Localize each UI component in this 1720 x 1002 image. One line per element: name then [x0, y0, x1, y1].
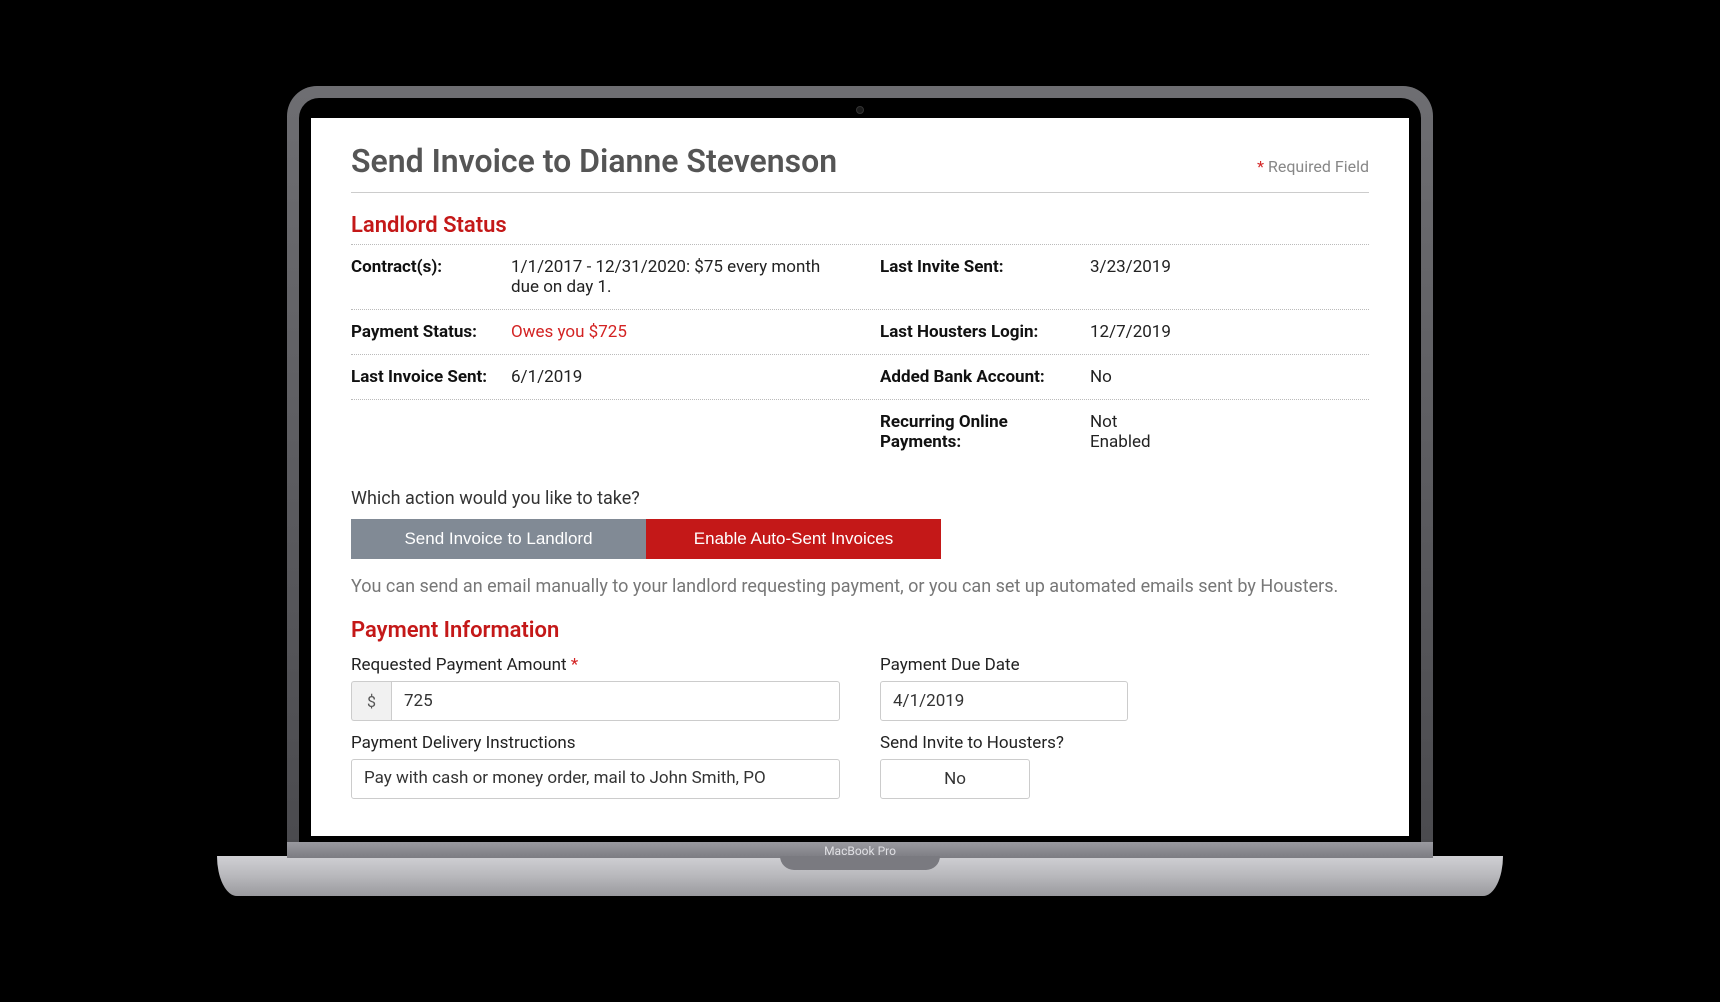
send-invite-field: Send Invite to Housters? No — [880, 733, 1369, 799]
due-date-input[interactable] — [880, 681, 1128, 721]
recurring-label: Recurring Online Payments: — [880, 412, 1090, 452]
app-screen: Send Invoice to Dianne Stevenson * Requi… — [311, 118, 1409, 836]
status-col-right: Last Housters Login: 12/7/2019 — [880, 322, 1369, 342]
recurring-value: Not Enabled — [1090, 412, 1170, 452]
due-date-label: Payment Due Date — [880, 655, 1369, 675]
payment-information-heading: Payment Information — [351, 618, 1369, 643]
dollar-sign-icon: $ — [351, 681, 391, 721]
action-help-text: You can send an email manually to your l… — [351, 573, 1369, 600]
required-asterisk: * — [571, 655, 578, 675]
payment-information-section: Payment Information Requested Payment Am… — [351, 618, 1369, 799]
requested-amount-label: Requested Payment Amount * — [351, 655, 840, 675]
laptop-bezel: Send Invoice to Dianne Stevenson * Requi… — [287, 86, 1433, 856]
last-invite-label: Last Invite Sent: — [880, 257, 1090, 297]
status-col-left: Contract(s): 1/1/2017 - 12/31/2020: $75 … — [351, 257, 840, 297]
landlord-status-heading: Landlord Status — [351, 213, 1369, 238]
contracts-label: Contract(s): — [351, 257, 511, 297]
status-col-left: Last Invoice Sent: 6/1/2019 — [351, 367, 840, 387]
required-field-note: * Required Field — [1257, 157, 1369, 176]
status-row-payment-status: Payment Status: Owes you $725 Last Houst… — [351, 309, 1369, 354]
laptop-mockup: Send Invoice to Dianne Stevenson * Requi… — [217, 86, 1503, 916]
contracts-value: 1/1/2017 - 12/31/2020: $75 every month d… — [511, 257, 840, 297]
page-header: Send Invoice to Dianne Stevenson * Requi… — [351, 142, 1369, 193]
form-row-2: Payment Delivery Instructions Pay with c… — [351, 733, 1369, 799]
delivery-instructions-input[interactable]: Pay with cash or money order, mail to Jo… — [351, 759, 840, 799]
laptop-base: MacBook Pro — [217, 856, 1503, 896]
delivery-instructions-label: Payment Delivery Instructions — [351, 733, 840, 753]
laptop-inner-bezel: Send Invoice to Dianne Stevenson * Requi… — [299, 98, 1421, 844]
form-row-1: Requested Payment Amount * $ Payment Due… — [351, 655, 1369, 721]
due-date-field: Payment Due Date — [880, 655, 1369, 721]
required-label: Required Field — [1264, 157, 1369, 176]
status-col-left — [351, 412, 840, 452]
last-login-label: Last Housters Login: — [880, 322, 1090, 342]
last-invite-value: 3/23/2019 — [1090, 257, 1171, 297]
required-asterisk: * — [1257, 157, 1264, 176]
last-invoice-label: Last Invoice Sent: — [351, 367, 511, 387]
last-invoice-value: 6/1/2019 — [511, 367, 582, 387]
send-invite-select[interactable]: No — [880, 759, 1030, 799]
requested-amount-label-text: Requested Payment Amount — [351, 655, 571, 675]
send-invoice-button[interactable]: Send Invoice to Landlord — [351, 519, 646, 559]
last-login-value: 12/7/2019 — [1090, 322, 1171, 342]
payment-status-label: Payment Status: — [351, 322, 511, 342]
delivery-instructions-field: Payment Delivery Instructions Pay with c… — [351, 733, 840, 799]
status-col-right: Recurring Online Payments: Not Enabled — [880, 412, 1369, 452]
page-title: Send Invoice to Dianne Stevenson — [351, 142, 837, 180]
payment-status-value: Owes you $725 — [511, 322, 627, 342]
action-button-group: Send Invoice to Landlord Enable Auto-Sen… — [351, 519, 941, 559]
status-col-right: Last Invite Sent: 3/23/2019 — [880, 257, 1369, 297]
status-row-contracts: Contract(s): 1/1/2017 - 12/31/2020: $75 … — [351, 244, 1369, 309]
requested-amount-input[interactable] — [391, 681, 840, 721]
status-col-left: Payment Status: Owes you $725 — [351, 322, 840, 342]
bank-account-label: Added Bank Account: — [880, 367, 1090, 387]
camera-icon — [856, 106, 864, 114]
requested-amount-field: Requested Payment Amount * $ — [351, 655, 840, 721]
laptop-notch — [780, 856, 940, 870]
send-invite-label: Send Invite to Housters? — [880, 733, 1369, 753]
status-row-recurring: Recurring Online Payments: Not Enabled — [351, 399, 1369, 464]
page-content: Send Invoice to Dianne Stevenson * Requi… — [311, 118, 1409, 823]
bank-account-value: No — [1090, 367, 1112, 387]
action-prompt: Which action would you like to take? — [351, 488, 1369, 509]
status-col-right: Added Bank Account: No — [880, 367, 1369, 387]
enable-auto-invoices-button[interactable]: Enable Auto-Sent Invoices — [646, 519, 941, 559]
requested-amount-input-group: $ — [351, 681, 840, 721]
status-row-last-invoice: Last Invoice Sent: 6/1/2019 Added Bank A… — [351, 354, 1369, 399]
